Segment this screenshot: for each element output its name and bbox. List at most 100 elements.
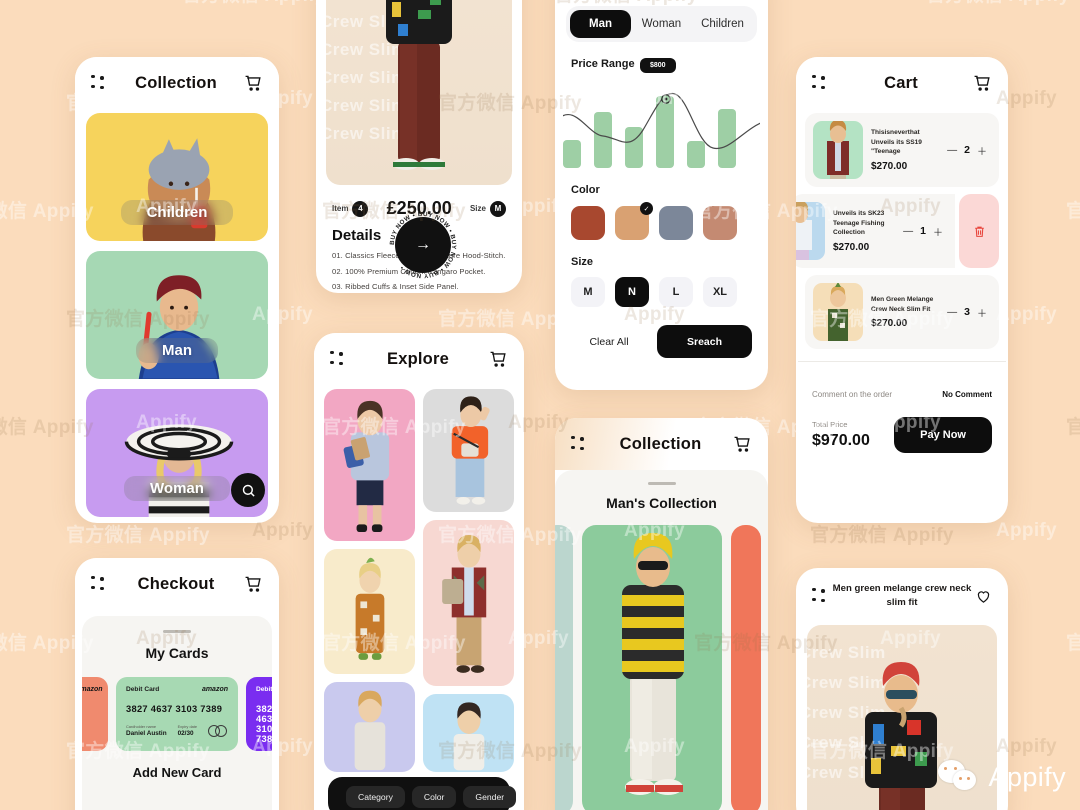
product-image: Crew Slim Crew Slim Crew Slim Crew Slim …	[326, 0, 512, 185]
decrement-button[interactable]: —	[903, 226, 913, 237]
collection-card[interactable]	[582, 524, 722, 810]
watermark-text: 官方微信 Appify	[1066, 633, 1080, 654]
buy-now-ring-text: BUY NOW • BUY NOW • BUY NOW • BUY NOW •	[389, 211, 457, 279]
page-title: Men green melange crew neck slim fit	[832, 583, 972, 609]
cart-item-thumbnail	[813, 121, 863, 179]
search-fab-button[interactable]	[231, 473, 265, 507]
screen-checkout: Checkout My Cards Debit Card amazon 3827…	[75, 558, 279, 810]
explore-tile[interactable]	[423, 520, 514, 686]
pdp-topbar: Men green melange crew neck slim fit	[796, 568, 1008, 611]
collection-card[interactable]	[731, 524, 761, 810]
search-icon	[242, 484, 255, 497]
pay-now-button[interactable]: Pay Now	[894, 417, 992, 453]
increment-button[interactable]: ＋	[977, 305, 987, 320]
cart-row[interactable]: Thisisneverthat Unveils its SS19 "Teenag…	[805, 113, 999, 187]
delete-item-button[interactable]	[959, 194, 999, 268]
explore-tile[interactable]	[324, 549, 415, 674]
size-option-n[interactable]: N	[615, 277, 649, 307]
cart-icon[interactable]	[733, 435, 752, 454]
add-new-card-button[interactable]: Add New Card	[82, 751, 272, 780]
cart-item-name: Thisisneverthat Unveils its SS19 "Teenag…	[871, 129, 922, 156]
card-number: 3827 4637 3103 7389	[126, 703, 223, 714]
filter-chip-category[interactable]: Category	[346, 786, 405, 808]
cart-item-name: Men Green Melange Crew Neck Slim Fit	[871, 295, 934, 313]
collection-card-list: Children Man Woman	[75, 109, 279, 523]
cart-row[interactable]: Men Green Melange Crew Neck Slim Fit $27…	[805, 275, 999, 349]
quantity-stepper[interactable]: — 3 ＋	[947, 305, 991, 320]
sheet-title: My Cards	[145, 644, 209, 661]
collection-card[interactable]: Man	[86, 251, 268, 379]
product-thumb-photo	[796, 202, 812, 260]
wechat-icon	[937, 760, 982, 794]
cart-icon[interactable]	[973, 74, 992, 93]
explore-tile[interactable]	[423, 694, 514, 772]
page-title: Cart	[884, 73, 918, 92]
cart-item-info: Men Green Melange Crew Neck Slim Fit $27…	[871, 295, 939, 329]
grid-dots-icon[interactable]	[812, 587, 829, 605]
card-number: 3827 4637 3103 7389	[82, 711, 98, 751]
explore-grid	[314, 385, 524, 772]
mans-card-carousel[interactable]	[555, 511, 768, 810]
tab-man[interactable]: Man	[570, 10, 631, 38]
page-title: Checkout	[137, 574, 215, 593]
item-label: Item	[332, 204, 349, 213]
card-brand: amazon	[201, 685, 228, 693]
collection-card[interactable]: Children	[86, 113, 268, 241]
card-carousel[interactable]: Debit Card amazon 3827 4637 3103 7389 Ca…	[82, 661, 272, 751]
filter-chip-color[interactable]: Color	[411, 786, 457, 808]
payment-card[interactable]: Debit Card 3827 4637 3103 7389 Cardholde…	[246, 676, 272, 751]
explore-tile[interactable]	[324, 389, 415, 541]
heart-icon[interactable]	[975, 588, 992, 605]
increment-button[interactable]: ＋	[977, 143, 987, 158]
cardholder-label: Cardholder name	[126, 723, 157, 729]
cart-item-thumbnail	[796, 202, 825, 260]
cart-icon[interactable]	[244, 575, 263, 594]
collection-card[interactable]	[555, 524, 573, 810]
size-option-xl[interactable]: XL	[703, 277, 737, 307]
tab-woman[interactable]: Woman	[631, 10, 692, 38]
cart-topbar: Cart	[796, 57, 1008, 109]
grid-dots-icon[interactable]	[330, 350, 347, 368]
watermark-text: 官方微信 Appify	[1066, 201, 1080, 222]
buy-now-button[interactable]: BUY NOW • BUY NOW • BUY NOW • BUY NOW • …	[389, 211, 457, 279]
search-button[interactable]: Sreach	[657, 325, 752, 358]
svg-text:BUY NOW • BUY NOW • BUY NOW •: BUY NOW • BUY NOW • BUY NOW • BUY NOW •	[389, 211, 457, 279]
grid-dots-icon[interactable]	[91, 74, 108, 92]
size-option-m[interactable]: M	[571, 277, 605, 307]
explore-tile[interactable]	[324, 682, 415, 772]
quantity-value: 2	[964, 144, 970, 156]
clear-all-button[interactable]: Clear All	[571, 325, 647, 358]
color-swatch-denim[interactable]	[659, 206, 693, 240]
increment-button[interactable]: ＋	[933, 224, 943, 239]
cart-icon[interactable]	[489, 350, 508, 369]
tile-photo	[355, 557, 385, 660]
color-swatch-camel[interactable]: ✓	[615, 202, 653, 240]
my-cards-sheet: My Cards Debit Card amazon 3827 4637 310…	[82, 616, 272, 810]
grid-dots-icon[interactable]	[812, 74, 829, 92]
explore-column	[423, 389, 514, 772]
cart-icon[interactable]	[244, 74, 263, 93]
color-swatch-dusty-rose[interactable]	[703, 206, 737, 240]
size-option-l[interactable]: L	[659, 277, 693, 307]
tab-children[interactable]: Children	[692, 10, 753, 38]
grid-dots-icon[interactable]	[91, 575, 108, 593]
quantity-stepper[interactable]: — 2 ＋	[947, 143, 991, 158]
size-label: Size	[571, 256, 594, 268]
chart-overlay-line	[563, 92, 760, 150]
filter-chip-gender[interactable]: Gender	[463, 786, 517, 808]
card-type: Debit Card	[126, 685, 160, 693]
payment-card[interactable]: Debit Card amazon 3827 4637 3103 7389 Ca…	[82, 676, 108, 751]
comment-row[interactable]: Comment on the order No Comment	[812, 376, 992, 399]
cart-item-list: Thisisneverthat Unveils its SS19 "Teenag…	[796, 109, 1008, 349]
explore-tile[interactable]	[423, 389, 514, 512]
quantity-stepper[interactable]: — 1 ＋	[903, 224, 947, 239]
collection-card-label: Man	[136, 338, 218, 363]
price-range-chart[interactable]: $800	[563, 58, 760, 168]
grid-dots-icon[interactable]	[571, 435, 588, 453]
cart-row[interactable]: Unveils its SK23 Teenage Fishing Collect…	[796, 194, 955, 268]
payment-card[interactable]: Debit Card amazon 3827 4637 3103 7389 Ca…	[116, 676, 238, 751]
color-swatch-rust[interactable]	[571, 206, 605, 240]
decrement-button[interactable]: —	[947, 145, 957, 156]
decrement-button[interactable]: —	[947, 307, 957, 318]
watermark-text: Appify	[996, 520, 1057, 541]
